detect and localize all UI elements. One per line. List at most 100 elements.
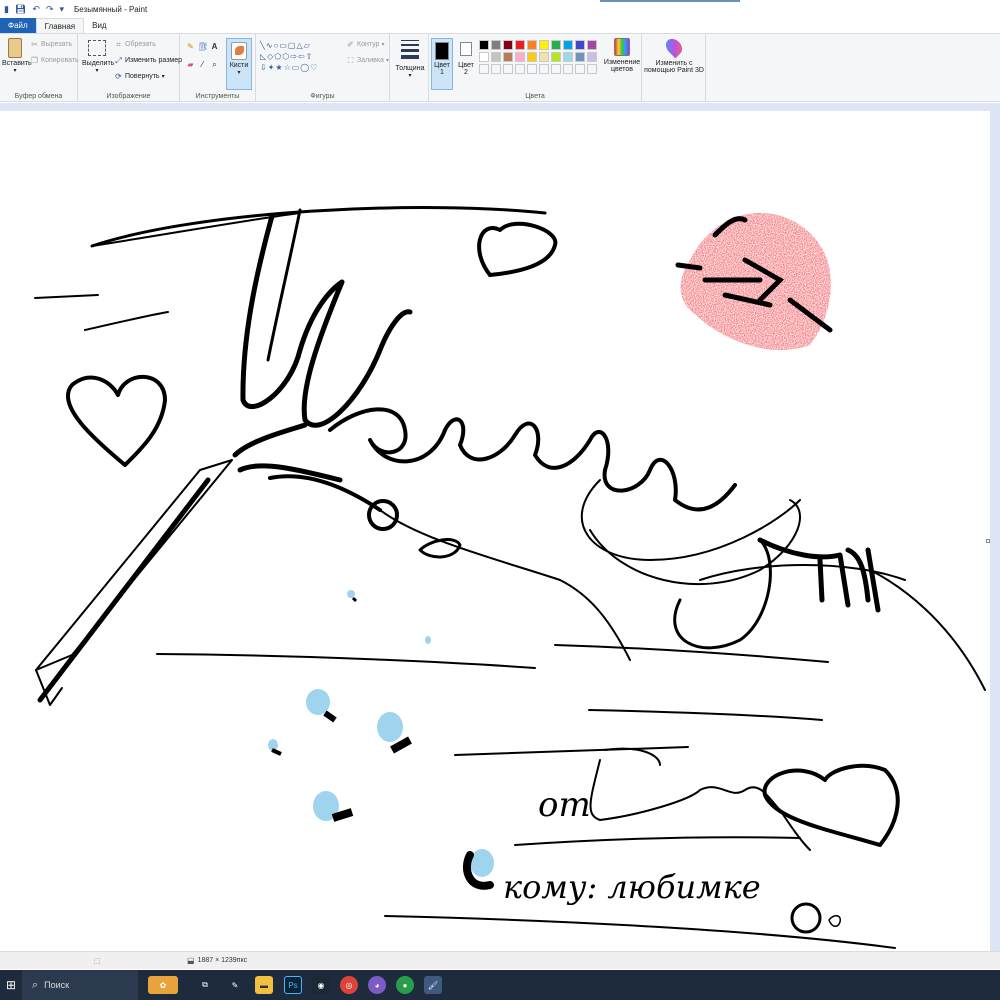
palette-swatch-empty[interactable] — [575, 64, 585, 74]
palette-swatch-empty[interactable] — [539, 64, 549, 74]
brushes-label: Кисти — [229, 62, 249, 69]
palette-swatch[interactable] — [491, 52, 501, 62]
palette-swatch[interactable] — [539, 52, 549, 62]
steam-icon[interactable]: ◉ — [312, 976, 330, 994]
pencil-icon[interactable]: ✎ — [186, 42, 195, 51]
tools-group: ✎ ⛽︎ A ▰ ⁄ ⌕ Кисти ▾ Инструменты — [180, 34, 256, 102]
shapes-gallery[interactable]: ╲∿○▭▢△▱ ◺◇⬠⬡⇨⇦⇧ ⇩✦★☆▭◯♡ — [260, 40, 342, 84]
save-icon[interactable]: 💾︎ — [15, 4, 26, 15]
palette-swatch[interactable] — [539, 40, 549, 50]
palette-swatch-empty[interactable] — [503, 64, 513, 74]
tab-view[interactable]: Вид — [84, 18, 114, 33]
size-label: Толщина — [395, 65, 425, 72]
palette-swatch[interactable] — [563, 40, 573, 50]
color2-index: 2 — [464, 69, 468, 76]
lips-kiss — [675, 212, 833, 351]
palette-swatch[interactable] — [527, 40, 537, 50]
palette-swatch-empty[interactable] — [587, 64, 597, 74]
color2-label: Цвет — [458, 62, 474, 69]
cut-button[interactable]: ✂ Вырезать — [30, 40, 72, 49]
paint3d-icon — [662, 35, 686, 59]
palette-swatch[interactable] — [491, 40, 501, 50]
windows-start-icon[interactable]: ⊞ — [0, 970, 22, 1000]
lettering-stroke — [328, 407, 737, 512]
palette-swatch[interactable] — [527, 52, 537, 62]
tab-file[interactable]: Файл — [0, 18, 36, 33]
discord-icon[interactable]: ◕ — [368, 976, 386, 994]
color2-swatch — [460, 42, 472, 56]
drawing-canvas[interactable]: от кому: любимке — [0, 111, 990, 951]
from-text: от — [538, 785, 591, 825]
ribbon-tabs: Файл Главная Вид — [0, 18, 1000, 34]
crop-button[interactable]: ⌗ Обрезать — [114, 40, 156, 49]
window-title: Безымянный - Paint — [74, 4, 148, 14]
palette-swatch[interactable] — [563, 52, 573, 62]
palette-swatch-empty[interactable] — [479, 64, 489, 74]
palette-swatch[interactable] — [587, 52, 597, 62]
palette-swatch-empty[interactable] — [515, 64, 525, 74]
canvas-resize-handle-right[interactable] — [986, 539, 990, 543]
file-explorer-icon[interactable]: ▬ — [255, 976, 273, 994]
ribbon: Вставить ▾ ✂ Вырезать ❐ Копировать Буфер… — [0, 34, 1000, 102]
taskbar-weather-icon[interactable]: ✿ — [148, 976, 178, 994]
shapes-group-label: Фигуры — [310, 93, 335, 100]
resize-button[interactable]: ⤢ Изменить размер — [114, 56, 182, 65]
color1-button[interactable]: Цвет 1 — [431, 38, 453, 90]
chrome-icon[interactable]: ◎ — [340, 976, 358, 994]
palette-swatch-empty[interactable] — [491, 64, 501, 74]
title-bar: ▮ 💾︎ ↶ ↷ ▾ Безымянный - Paint — [0, 0, 1000, 18]
palette-swatch[interactable] — [575, 40, 585, 50]
task-view-icon[interactable]: ⧉ — [196, 976, 214, 994]
palette-swatch[interactable] — [479, 52, 489, 62]
image-group: Выделить ▾ ⌗ Обрезать ⤢ Изменить размер … — [78, 34, 182, 102]
palette-swatch-empty[interactable] — [563, 64, 573, 74]
heart-drawing — [477, 221, 558, 277]
status-bar: ⬚ ⬓ 1887 × 1239пкс — [0, 951, 1000, 969]
fill-button[interactable]: ⛶ Заливка ▾ — [346, 56, 389, 65]
crop-label: Обрезать — [125, 41, 156, 48]
taskbar-search[interactable]: ⌕ Поиск — [22, 970, 138, 1000]
palette-swatch[interactable] — [587, 40, 597, 50]
eraser-icon[interactable]: ▰ — [186, 60, 195, 69]
edit-colors-button[interactable]: Изменение цветов — [603, 38, 641, 73]
color-picker-icon[interactable]: ⁄ — [198, 60, 207, 69]
tab-home[interactable]: Главная — [35, 18, 85, 33]
palette-swatch-empty[interactable] — [527, 64, 537, 74]
fill-bucket-icon[interactable]: ⛽︎ — [198, 42, 208, 51]
colors-group: Цвет 1 Цвет 2 Изменение цветов Цвета — [428, 34, 642, 102]
copy-button[interactable]: ❐ Копировать — [30, 56, 79, 65]
palette-swatch-empty[interactable] — [551, 64, 561, 74]
text-tool-icon[interactable]: A — [210, 42, 219, 51]
palette-swatch[interactable] — [515, 52, 525, 62]
outline-button[interactable]: ✐ Контур ▾ — [346, 40, 384, 49]
palette-swatch[interactable] — [551, 52, 561, 62]
palette-swatch[interactable] — [479, 40, 489, 50]
edit-with-paint3d-button[interactable]: Изменить с помощью Paint 3D — [644, 35, 704, 74]
paste-button[interactable]: Вставить ▾ — [2, 38, 32, 74]
quick-access-toolbar: ▮ 💾︎ ↶ ↷ ▾ — [0, 4, 64, 15]
smiley-face — [790, 902, 822, 934]
palette-swatch[interactable] — [503, 40, 513, 50]
heart-drawing — [65, 374, 167, 467]
pen-workspace-icon[interactable]: ✎ — [226, 976, 244, 994]
photoshop-icon[interactable]: Ps — [284, 976, 302, 994]
image-group-label: Изображение — [106, 93, 151, 100]
magnifier-icon[interactable]: ⌕ — [210, 60, 219, 69]
palette-swatch[interactable] — [575, 52, 585, 62]
sword-guard — [232, 422, 343, 483]
paint-taskbar-icon[interactable]: 🖌︎ — [424, 976, 442, 994]
gem-sparkles — [268, 590, 494, 890]
undo-icon[interactable]: ↶ — [32, 4, 40, 15]
brushes-button[interactable]: Кисти ▾ — [226, 38, 252, 90]
size-button[interactable]: Толщина ▾ — [392, 40, 428, 79]
palette-swatch[interactable] — [503, 52, 513, 62]
palette-swatch[interactable] — [515, 40, 525, 50]
rotate-button[interactable]: ⟳ Повернуть ▾ — [114, 72, 164, 81]
select-button[interactable]: Выделить ▾ — [82, 40, 114, 74]
redo-icon[interactable]: ↷ — [46, 4, 54, 15]
customize-dropdown-icon[interactable]: ▾ — [59, 4, 64, 15]
palette-swatch[interactable] — [551, 40, 561, 50]
image-size-indicator: ⬓ 1887 × 1239пкс — [187, 956, 247, 965]
color2-button[interactable]: Цвет 2 — [455, 38, 477, 76]
app-icon-green[interactable]: ● — [396, 976, 414, 994]
